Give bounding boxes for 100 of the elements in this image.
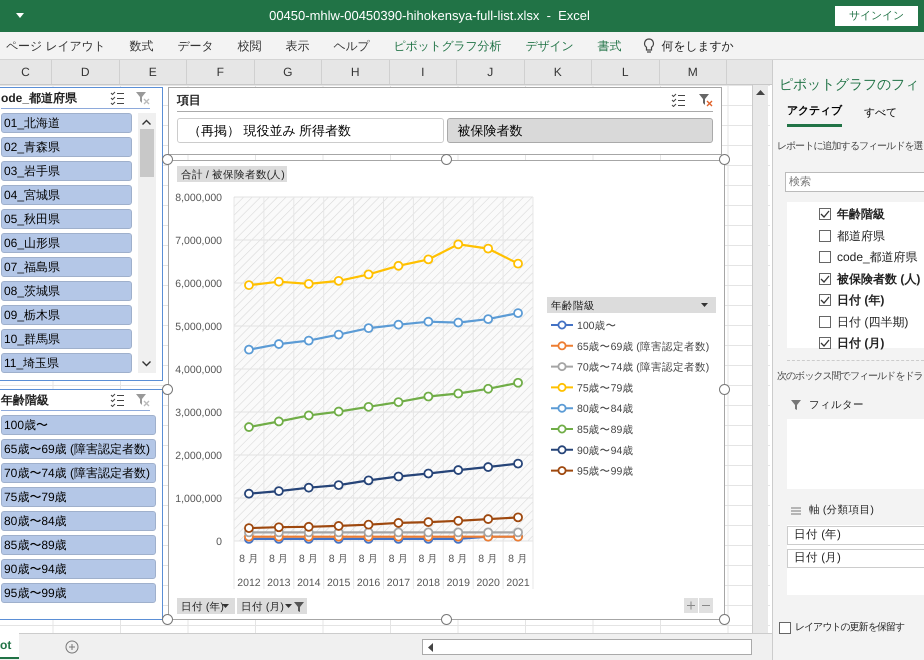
resize-handle[interactable]: [162, 384, 173, 395]
slicer-item[interactable]: 95歳〜99歳: [1, 583, 156, 603]
clear-filter-icon[interactable]: [699, 92, 713, 106]
ribbon-tab[interactable]: デザイン: [513, 36, 586, 54]
resize-handle[interactable]: [162, 614, 173, 625]
column-header[interactable]: H: [322, 60, 390, 84]
ribbon-tab[interactable]: 書式: [585, 36, 634, 54]
slicer-item[interactable]: 100歳〜: [1, 415, 156, 435]
column-header[interactable]: F: [187, 60, 254, 84]
slicer-item[interactable]: 09_栃木県: [1, 305, 132, 325]
slicer-item[interactable]: 90歳〜94歳: [1, 559, 156, 579]
slicer-item[interactable]: 08_茨城県: [1, 281, 132, 301]
resize-handle[interactable]: [719, 384, 730, 395]
resize-handle[interactable]: [162, 154, 173, 165]
axis-field[interactable]: 日付 (月): [787, 549, 924, 568]
scroll-left-icon[interactable]: [427, 642, 433, 652]
pane-tab[interactable]: すべて: [864, 101, 897, 126]
slicer-item[interactable]: 70歳〜74歳 (障害認定者数): [1, 463, 156, 483]
lightbulb-icon[interactable]: [643, 38, 656, 54]
scrollbar[interactable]: [752, 85, 768, 633]
scrollbar[interactable]: [422, 639, 752, 655]
column-header[interactable]: K: [524, 60, 592, 84]
column-header[interactable]: E: [120, 60, 187, 84]
field-label[interactable]: 日付 (月): [837, 334, 884, 352]
multi-select-icon[interactable]: [110, 393, 124, 407]
checkbox[interactable]: [819, 208, 831, 220]
column-header[interactable]: I: [390, 60, 457, 84]
expand-button[interactable]: [684, 598, 698, 613]
point: [274, 486, 284, 496]
slicer-item[interactable]: 06_山形県: [1, 233, 132, 253]
axis-field[interactable]: 日付 (年): [787, 526, 924, 545]
slicer-item[interactable]: 75歳〜79歳: [1, 487, 156, 507]
filter-icon[interactable]: [791, 400, 801, 410]
column-header[interactable]: M: [660, 60, 727, 84]
slicer-item[interactable]: （再掲） 現役並み 所得者数: [177, 118, 444, 143]
scroll-down-icon[interactable]: [142, 361, 151, 367]
ribbon-tab[interactable]: 校閲: [225, 36, 274, 54]
slicer-item[interactable]: 被保険者数: [446, 118, 713, 143]
checkbox[interactable]: [819, 337, 831, 350]
slicer-item[interactable]: 10_群馬県: [1, 329, 132, 349]
slicer-item[interactable]: 01_北海道: [1, 113, 132, 133]
column-header[interactable]: C: [0, 60, 52, 84]
field-label[interactable]: 都道府県: [837, 226, 885, 245]
checkbox[interactable]: [819, 272, 831, 285]
slicer-item[interactable]: 65歳〜69歳 (障害認定者数): [1, 439, 156, 459]
axis-label: 6,000,000: [175, 278, 222, 290]
ribbon-tab[interactable]: 表示: [273, 36, 322, 54]
scroll-up-icon[interactable]: [756, 89, 765, 95]
collapse-button[interactable]: [699, 598, 713, 613]
tell-me-field[interactable]: 何をしますか: [661, 36, 734, 54]
value-field-button[interactable]: 合計 / 被保険者数(人): [177, 166, 287, 182]
checkbox[interactable]: [819, 294, 831, 306]
column-header[interactable]: G: [254, 60, 322, 84]
multi-select-icon[interactable]: [110, 91, 124, 105]
slicer-item[interactable]: 05_秋田県: [1, 209, 132, 229]
point: [304, 482, 314, 493]
field-label[interactable]: 日付 (年): [837, 291, 884, 310]
column-header[interactable]: J: [457, 60, 524, 84]
axis-field-button[interactable]: 日付 (月): [237, 598, 307, 614]
column-header[interactable]: D: [52, 60, 120, 84]
axis-field-button[interactable]: 日付 (年): [177, 598, 235, 614]
multi-select-icon[interactable]: [671, 92, 685, 106]
scroll-thumb[interactable]: [140, 129, 154, 177]
field-label[interactable]: 年齢階級: [837, 205, 885, 224]
field-label[interactable]: code_都道府県: [837, 248, 918, 266]
point: [304, 522, 314, 532]
search-field[interactable]: 検索: [785, 172, 924, 192]
slicer-item[interactable]: 07_福島県: [1, 257, 132, 277]
slicer-item[interactable]: 85歳〜89歳: [1, 535, 156, 555]
ribbon-tab[interactable]: ピボットグラフ分析: [381, 36, 514, 54]
slicer-item[interactable]: 04_宮城県: [1, 185, 132, 205]
resize-handle[interactable]: [719, 154, 730, 165]
clear-filter-icon[interactable]: [136, 91, 150, 105]
sign-in-button[interactable]: サインイン: [835, 6, 918, 26]
ribbon-tab[interactable]: 数式: [117, 36, 166, 54]
checkbox-label[interactable]: レイアウトの更新を保留す: [795, 620, 904, 636]
pane-tab[interactable]: アクティブ: [787, 101, 842, 126]
field-label[interactable]: 被保険者数 (人): [837, 270, 920, 288]
checkbox[interactable]: [779, 622, 791, 634]
ribbon-tab[interactable]: ページ レイアウト: [0, 36, 118, 54]
checkbox[interactable]: [819, 230, 831, 242]
ribbon-tab[interactable]: データ: [165, 36, 226, 54]
legend-field-button[interactable]: 年齢階級: [547, 297, 716, 313]
add-sheet-icon[interactable]: [65, 640, 80, 654]
slicer-item[interactable]: 03_岩手県: [1, 161, 132, 181]
slicer-item[interactable]: 11_埼玉県: [1, 353, 132, 373]
caret-icon[interactable]: [16, 13, 24, 19]
rows-icon[interactable]: [791, 507, 801, 516]
column-header[interactable]: L: [592, 60, 660, 84]
clear-filter-icon[interactable]: [136, 393, 150, 407]
sheet-tab[interactable]: ot: [0, 633, 20, 659]
checkbox[interactable]: [819, 316, 831, 328]
resize-handle[interactable]: [719, 614, 730, 625]
checkbox[interactable]: [819, 251, 831, 264]
field-label[interactable]: 日付 (四半期): [837, 312, 908, 331]
slicer-item[interactable]: 80歳〜84歳: [1, 511, 156, 531]
slicer-item[interactable]: 02_青森県: [1, 137, 132, 157]
scroll-up-icon[interactable]: [142, 119, 151, 125]
ribbon-tab[interactable]: ヘルプ: [321, 36, 382, 54]
scrollbar[interactable]: [138, 113, 156, 373]
